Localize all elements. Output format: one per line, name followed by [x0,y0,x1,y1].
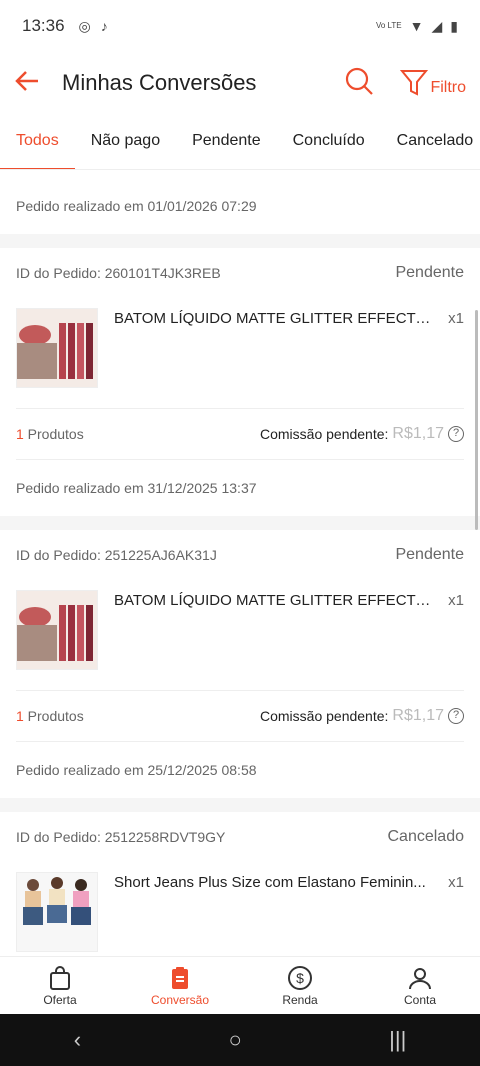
tab-concluido[interactable]: Concluído [277,114,381,169]
signal-icon: ◢ [431,17,443,34]
tab-todos[interactable]: Todos [0,114,75,169]
nav-conversao[interactable]: Conversão [120,957,240,1014]
camera-notification-icon: ◎ [78,17,91,34]
order-date: Pedido realizado em 31/12/2025 13:37 [16,480,257,496]
status-bar: 13:36 ◎ ♪ Vo LTE ▼ ◢ ▮ [0,0,480,52]
app-bar: Minhas Conversões Filtro [0,52,480,114]
product-row[interactable]: Short Jeans Plus Size com Elastano Femin… [16,862,464,956]
commission-label: Comissão pendente: [259,426,389,442]
order-date: Pedido realizado em 01/01/2026 07:29 [16,198,257,214]
clock: 13:36 [22,16,65,35]
nav-oferta[interactable]: Oferta [0,957,120,1014]
nav-conta[interactable]: Conta [360,957,480,1014]
product-row[interactable]: BATOM LÍQUIDO MATTE GLITTER EFFECT P... … [16,298,464,408]
battery-icon: ▮ [450,17,458,34]
system-navigation-bar: ‹ ○ ||| [0,1014,480,1066]
tab-cancelado[interactable]: Cancelado [381,114,480,169]
order-date: Pedido realizado em 25/12/2025 08:58 [16,762,257,778]
order-card[interactable]: ID do Pedido: 2512258RDVT9GY Cancelado S… [0,812,480,956]
product-quantity: x1 [448,592,464,609]
filter-icon [400,70,429,96]
product-thumbnail [16,872,98,952]
nav-label: Oferta [43,992,77,1007]
order-status: Pendente [395,264,464,281]
order-status: Pendente [395,546,464,563]
nav-label: Renda [282,992,318,1007]
order-card-previous[interactable]: Pedido realizado em 01/01/2026 07:29 [0,170,480,234]
tiktok-notification-icon: ♪ [100,18,108,34]
order-status: Cancelado [387,828,465,845]
user-icon [409,967,431,989]
order-id: ID do Pedido: 251225AJ6AK31J [16,547,217,563]
help-icon[interactable]: ? [448,708,464,724]
page-title: Minhas Conversões [62,70,257,95]
system-home-icon[interactable]: ○ [228,1027,241,1053]
order-card[interactable]: ID do Pedido: 260101T4JK3REB Pendente BA… [0,248,480,516]
nav-label: Conversão [150,992,210,1007]
system-back-icon[interactable]: ‹ [74,1027,81,1053]
shopping-bag-icon [50,965,70,990]
order-id: ID do Pedido: 2512258RDVT9GY [16,829,226,845]
filter-label: Filtro [430,79,466,96]
product-row[interactable]: BATOM LÍQUIDO MATTE GLITTER EFFECT P... … [16,580,464,690]
scrollbar[interactable] [475,310,478,530]
wifi-icon: ▼ [409,18,424,34]
commission-label: Comissão pendente: [259,708,389,724]
product-thumbnail [16,590,98,670]
volte-indicator: Vo LTE [375,21,402,30]
conversion-list[interactable]: Pedido realizado em 01/01/2026 07:29 ID … [0,170,480,956]
product-count: 1 Produtos [16,426,84,442]
nav-label: Conta [403,992,437,1007]
product-name: Short Jeans Plus Size com Elastano Femin… [114,874,426,891]
commission-value: R$1,17 [392,425,444,442]
product-name: BATOM LÍQUIDO MATTE GLITTER EFFECT P... [114,310,435,327]
product-count: 1 Produtos [16,708,84,724]
product-thumbnail [16,308,98,388]
product-quantity: x1 [448,874,464,891]
system-recents-icon[interactable]: ||| [389,1027,406,1053]
help-icon[interactable]: ? [448,426,464,442]
tab-pendente[interactable]: Pendente [176,114,277,169]
status-tabs: Todos Não pago Pendente Concluído Cancel… [0,114,480,170]
svg-text:$: $ [296,970,304,986]
filter-button[interactable]: Filtro [400,69,466,97]
commission-value: R$1,17 [392,707,444,724]
search-icon[interactable] [344,66,374,101]
product-name: BATOM LÍQUIDO MATTE GLITTER EFFECT P... [114,592,435,609]
clipboard-icon [172,966,188,989]
order-id: ID do Pedido: 260101T4JK3REB [16,265,221,281]
dollar-coin-icon: $ [288,965,312,990]
order-card[interactable]: ID do Pedido: 251225AJ6AK31J Pendente BA… [0,530,480,798]
product-quantity: x1 [448,310,464,327]
bottom-navigation: Oferta Conversão $ Renda Conta [0,956,480,1014]
tab-nao-pago[interactable]: Não pago [75,114,176,169]
nav-renda[interactable]: $ Renda [240,957,360,1014]
back-arrow-icon[interactable] [14,68,40,99]
